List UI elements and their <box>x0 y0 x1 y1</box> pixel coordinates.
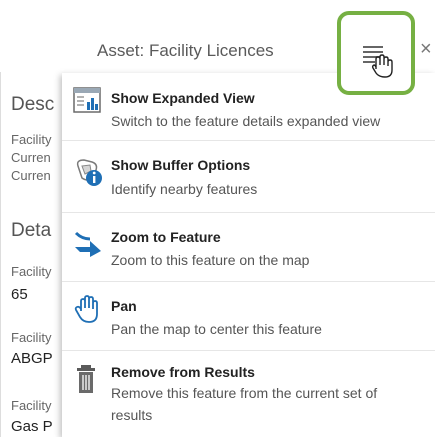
menu-item-title: Zoom to Feature <box>111 229 221 245</box>
panel-title: Asset: Facility Licences <box>97 41 274 60</box>
zoom-arrow-icon <box>72 227 104 259</box>
menu-item-title: Show Expanded View <box>111 90 255 106</box>
field-label: Facility <box>11 330 52 345</box>
menu-item-description: Identify nearby features <box>111 181 258 197</box>
menu-item-title: Remove from Results <box>111 364 255 380</box>
menu-item-description: Switch to the feature details expanded v… <box>111 113 381 129</box>
description-line: Curren <box>11 150 51 165</box>
menu-item-title: Show Buffer Options <box>111 157 251 173</box>
actions-menu: Show Expanded View Switch to the feature… <box>62 73 435 437</box>
close-icon[interactable]: × <box>420 38 432 61</box>
details-panel: Desc Facility Curren Curren Deta Facilit… <box>0 72 69 437</box>
hand-pan-icon <box>72 293 104 325</box>
menu-item-title: Pan <box>111 298 137 314</box>
field-value: ABGP <box>11 350 53 367</box>
menu-item-description: Pan the map to center this feature <box>111 321 322 337</box>
field-value: 65 <box>11 286 28 303</box>
description-line: Curren <box>11 168 51 183</box>
trash-icon <box>72 363 104 395</box>
buffer-info-icon <box>72 156 104 188</box>
field-label: Facility <box>11 398 52 413</box>
menu-item-description: results <box>111 407 153 423</box>
field-label: Facility <box>11 264 52 279</box>
menu-item-description: Zoom to this feature on the map <box>111 252 310 268</box>
menu-item-show-buffer-options[interactable]: Show Buffer Options Identify nearby feat… <box>62 140 435 213</box>
menu-button[interactable] <box>337 11 415 95</box>
field-value: Gas P <box>11 418 53 435</box>
menu-item-zoom-to-feature[interactable]: Zoom to Feature Zoom to this feature on … <box>62 212 435 282</box>
menu-item-pan[interactable]: Pan Pan the map to center this feature <box>62 281 435 351</box>
description-heading: Desc <box>11 94 55 115</box>
hamburger-hand-icon <box>363 46 393 78</box>
description-line: Facility <box>11 132 52 147</box>
details-heading: Deta <box>11 220 52 241</box>
expanded-view-icon <box>72 85 104 117</box>
menu-item-description: Remove this feature from the current set… <box>111 385 378 401</box>
menu-item-remove-from-results[interactable]: Remove from Results Remove this feature … <box>62 350 435 437</box>
